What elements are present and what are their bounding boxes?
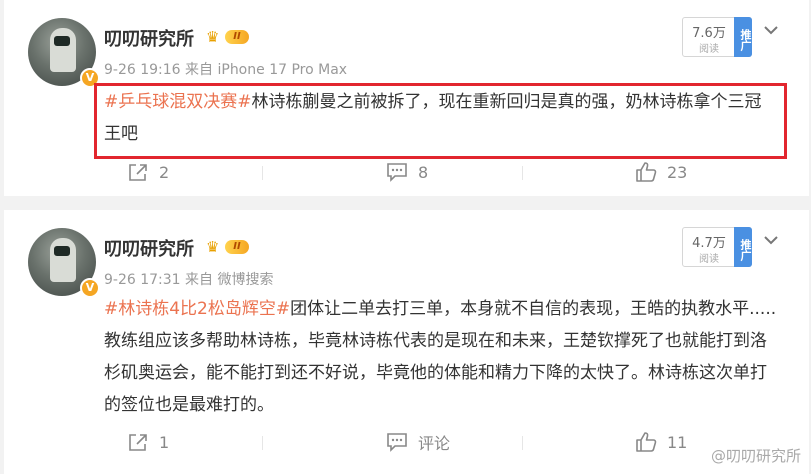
share-icon	[129, 164, 147, 181]
share-button[interactable]: 2	[127, 157, 169, 187]
read-count-box[interactable]: 7.6万 阅读 推广	[682, 17, 752, 57]
user-level-badge[interactable]: ♛ II	[206, 238, 250, 256]
post-actions: 2 8 23	[4, 157, 809, 187]
comment-icon	[387, 163, 407, 182]
share-count: 1	[159, 432, 170, 452]
like-icon	[636, 162, 657, 182]
like-button[interactable]: 23	[635, 157, 687, 187]
comment-count: 8	[418, 162, 429, 182]
weibo-post-card: V 叨叨研究所 ♛ II 9-26 17:31 来自 微博搜索 4.7万 阅读 …	[4, 210, 809, 474]
share-icon	[129, 434, 147, 451]
post-meta: 9-26 17:31 来自 微博搜索	[104, 269, 273, 289]
promote-button[interactable]: 推广	[734, 227, 752, 267]
watermark: @叨叨研究所	[710, 447, 801, 465]
comment-button[interactable]: 8	[386, 157, 428, 187]
post-timestamp[interactable]: 9-26 17:31	[104, 272, 181, 288]
level-text: II	[225, 240, 249, 254]
crown-icon: ♛	[206, 238, 220, 256]
comment-button[interactable]: 评论	[386, 427, 450, 457]
username[interactable]: 叨叨研究所	[104, 25, 194, 51]
post-actions: 1 评论 11	[4, 427, 809, 457]
share-count: 2	[159, 162, 170, 182]
like-count: 11	[667, 432, 688, 452]
read-count-box[interactable]: 4.7万 阅读 推广	[682, 227, 752, 267]
post-timestamp[interactable]: 9-26 19:16	[104, 62, 181, 78]
weibo-post-card: V 叨叨研究所 ♛ II 9-26 19:16 来自 iPhone 17 Pro…	[4, 0, 809, 196]
comment-count: 评论	[418, 434, 451, 453]
chevron-down-icon[interactable]	[761, 20, 781, 40]
read-count: 7.6万	[692, 26, 726, 41]
level-text: II	[225, 30, 249, 44]
like-count: 23	[667, 162, 688, 182]
like-icon	[636, 432, 657, 452]
comment-icon	[387, 433, 407, 452]
username[interactable]: 叨叨研究所	[104, 235, 194, 261]
user-level-badge[interactable]: ♛ II	[206, 28, 250, 46]
post-meta: 9-26 19:16 来自 iPhone 17 Pro Max	[104, 59, 347, 79]
chevron-down-icon[interactable]	[761, 230, 781, 250]
share-button[interactable]: 1	[127, 427, 169, 457]
divider	[522, 166, 523, 180]
like-button[interactable]: 11	[635, 427, 687, 457]
crown-icon: ♛	[206, 28, 220, 46]
promote-button[interactable]: 推广	[734, 17, 752, 57]
post-source: 来自 微博搜索	[185, 272, 274, 288]
verified-badge: V	[80, 278, 100, 298]
post-content: #林诗栋4比2松岛辉空#团体让二单去打三单，本身就不自信的表现，王皓的执教水平.…	[104, 293, 779, 421]
hashtag-link[interactable]: #林诗栋4比2松岛辉空#	[104, 299, 290, 319]
divider	[262, 166, 263, 180]
read-label: 阅读	[699, 254, 719, 265]
divider	[522, 436, 523, 450]
post-source: 来自 iPhone 17 Pro Max	[185, 62, 348, 78]
read-label: 阅读	[699, 44, 719, 55]
highlight-annotation	[94, 83, 787, 159]
read-count: 4.7万	[692, 236, 726, 251]
divider	[262, 436, 263, 450]
